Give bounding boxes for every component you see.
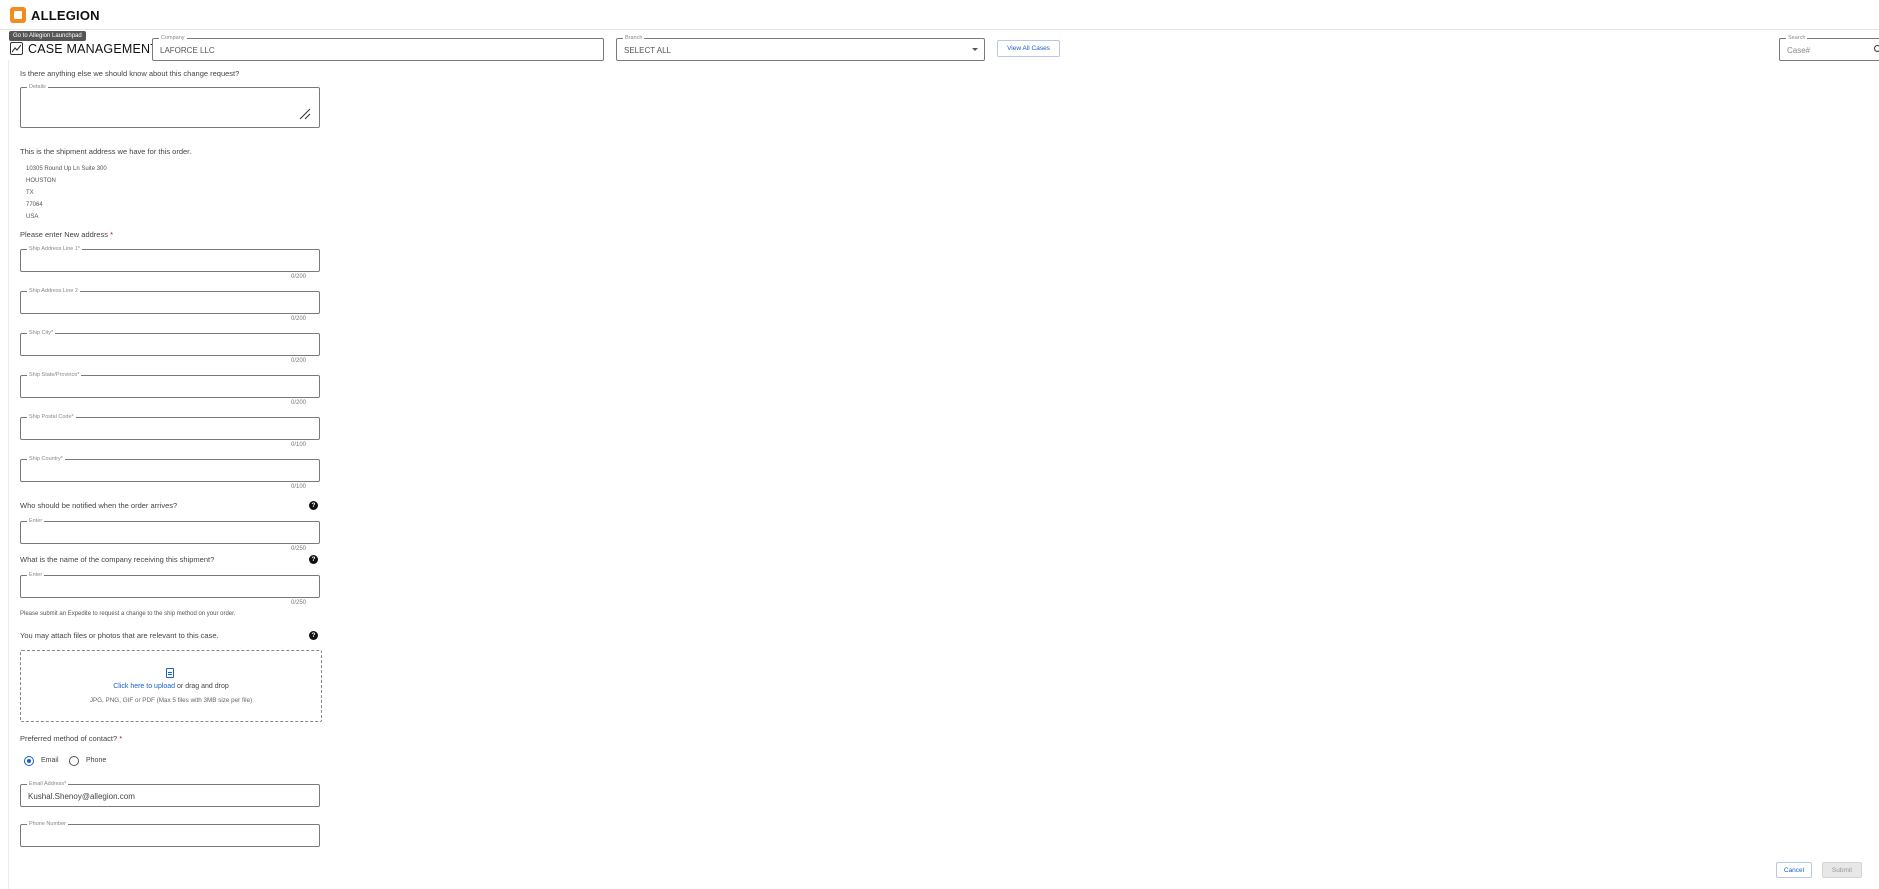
resize-handle-icon[interactable] (299, 108, 311, 120)
address-postal: 77064 (26, 202, 43, 208)
company-question: What is the name of the company receivin… (20, 555, 215, 564)
field-legend: Ship Address Line 1* (27, 245, 83, 253)
launchpad-tooltip: Go to Allegion Launchpad (9, 31, 86, 41)
ship-city-input[interactable]: Ship City* (20, 329, 320, 356)
field-legend: Enter (27, 517, 45, 525)
required-mark: * (119, 734, 123, 743)
ship-address-line2-input[interactable]: Ship Address Line 2 (20, 287, 320, 314)
file-upload-dropzone[interactable]: Click here to upload or drag and drop JP… (20, 650, 322, 722)
notify-input[interactable]: Enter (20, 517, 320, 544)
email-radio[interactable] (24, 756, 34, 766)
field-legend: Ship Country* (27, 455, 65, 463)
address-city: HOUSTON (26, 178, 56, 184)
help-icon[interactable]: ? (309, 631, 318, 640)
details-textarea[interactable]: Details (20, 83, 320, 128)
chevron-down-icon[interactable] (972, 48, 978, 51)
branch-select[interactable]: Branch SELECT ALL (616, 34, 985, 61)
receiving-company-input[interactable]: Enter (20, 571, 320, 598)
case-management-icon[interactable] (10, 42, 23, 55)
content-border (8, 60, 9, 889)
email-address-value: Kushal.Shenoy@allegion.com (28, 792, 135, 801)
address-line1: 10305 Round Up Ln Suite 300 (26, 166, 107, 172)
help-icon[interactable]: ? (309, 501, 318, 510)
required-mark: * (110, 230, 113, 239)
upload-hint: JPG, PNG, GIF or PDF (Max 5 files with 3… (89, 697, 253, 704)
company-legend: Company (159, 34, 187, 42)
search-input[interactable]: Search Case# (1779, 34, 1879, 61)
submit-button[interactable]: Submit (1822, 862, 1862, 878)
phone-radio[interactable] (69, 756, 79, 766)
header-divider (0, 29, 1879, 30)
field-legend: Ship City* (27, 329, 56, 337)
new-address-label: Please enter New address * (20, 230, 113, 239)
char-counter: 0/250 (290, 600, 306, 606)
search-placeholder: Case# (1787, 46, 1811, 55)
allegion-logo-icon (10, 7, 26, 23)
email-address-input[interactable]: Email Address* Kushal.Shenoy@allegion.co… (20, 780, 320, 807)
char-counter: 0/200 (290, 316, 306, 322)
phone-radio-label[interactable]: Phone (86, 757, 106, 764)
file-icon (166, 668, 174, 678)
cancel-button[interactable]: Cancel (1776, 862, 1812, 878)
field-legend: Ship State/Province* (27, 371, 82, 379)
ship-postal-code-input[interactable]: Ship Postal Code* (20, 413, 320, 440)
company-select[interactable]: Company LAFORCE LLC (152, 34, 604, 61)
attach-question: You may attach files or photos that are … (20, 631, 219, 640)
anything-else-question: Is there anything else we should know ab… (20, 69, 240, 78)
branch-value: SELECT ALL (624, 46, 671, 55)
phone-number-input[interactable]: Phone Number (20, 820, 320, 847)
shipment-address-intro: This is the shipment address we have for… (20, 147, 192, 156)
char-counter: 0/100 (290, 442, 306, 448)
company-value: LAFORCE LLC (160, 46, 215, 55)
help-icon[interactable]: ? (309, 555, 318, 564)
view-all-cases-button[interactable]: View All Cases (997, 40, 1060, 57)
ship-state-input[interactable]: Ship State/Province* (20, 371, 320, 398)
search-legend: Search (1786, 34, 1808, 42)
field-legend: Ship Postal Code* (27, 413, 76, 421)
search-icon[interactable] (1874, 45, 1879, 52)
expedite-note: Please submit an Expedite to request a c… (20, 611, 236, 617)
brand-name: ALLEGION (31, 7, 100, 23)
notify-question: Who should be notified when the order ar… (20, 501, 178, 510)
app-title: CASE MANAGEMENT (28, 42, 159, 56)
upload-link[interactable]: Click here to upload (113, 683, 175, 690)
address-state: TX (26, 190, 34, 196)
upload-drag-text: or drag and drop (175, 683, 229, 690)
field-legend: Enter (27, 571, 45, 579)
char-counter: 0/200 (290, 400, 306, 406)
char-counter: 0/250 (290, 546, 306, 552)
char-counter: 0/200 (290, 358, 306, 364)
field-legend: Email Address* (27, 780, 69, 788)
brand[interactable]: ALLEGION (10, 5, 100, 25)
ship-address-line1-input[interactable]: Ship Address Line 1* (20, 245, 320, 272)
char-counter: 0/100 (290, 484, 306, 490)
char-counter: 0/200 (290, 274, 306, 280)
field-legend: Phone Number (27, 820, 68, 828)
field-legend: Ship Address Line 2 (27, 287, 80, 295)
ship-country-input[interactable]: Ship Country* (20, 455, 320, 482)
branch-legend: Branch (623, 34, 645, 42)
details-legend: Details (27, 83, 48, 91)
contact-question: Preferred method of contact? * (20, 734, 123, 743)
email-radio-label[interactable]: Email (41, 757, 59, 764)
address-country: USA (26, 214, 39, 220)
